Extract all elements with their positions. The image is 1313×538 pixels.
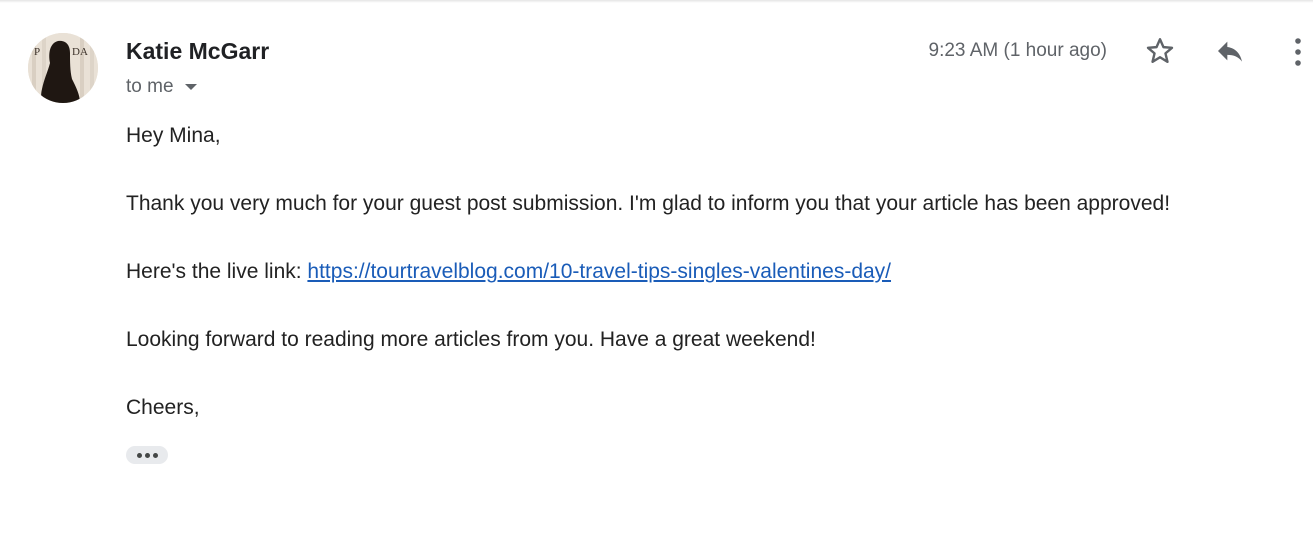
avatar-photo: P DA bbox=[28, 33, 98, 103]
ellipsis-dot bbox=[152, 452, 158, 458]
message-timestamp: 9:23 AM (1 hour ago) bbox=[928, 40, 1108, 61]
reply-icon bbox=[1218, 41, 1242, 62]
chevron-down-icon bbox=[184, 84, 197, 90]
star-outline-icon bbox=[1146, 38, 1174, 63]
star-button[interactable] bbox=[1140, 33, 1180, 69]
svg-text:DA: DA bbox=[72, 46, 88, 58]
more-options-button[interactable] bbox=[1286, 33, 1313, 71]
live-article-link[interactable]: https://tourtravelblog.com/10-travel-tip… bbox=[307, 260, 891, 283]
ellipsis-dot bbox=[144, 452, 150, 458]
header-divider bbox=[0, 0, 1313, 3]
sender-name[interactable]: Katie McGarr bbox=[126, 38, 269, 65]
live-link-line: Here's the live link: https://tourtravel… bbox=[126, 260, 891, 284]
email-paragraph: Looking forward to reading more articles… bbox=[126, 328, 816, 351]
more-vert-icon bbox=[1295, 38, 1301, 66]
recipient-label: to me bbox=[126, 76, 174, 97]
email-greeting: Hey Mina, bbox=[126, 124, 221, 147]
ellipsis-dot bbox=[136, 452, 142, 458]
show-trimmed-content-button[interactable] bbox=[126, 446, 168, 464]
reply-button[interactable] bbox=[1210, 33, 1250, 69]
recipient-details-toggle[interactable]: to me bbox=[126, 76, 197, 98]
svg-text:P: P bbox=[34, 46, 40, 58]
sender-avatar[interactable]: P DA bbox=[28, 33, 98, 103]
live-link-prefix: Here's the live link: bbox=[126, 260, 308, 283]
email-sign-off: Cheers, bbox=[126, 396, 200, 419]
email-paragraph: Thank you very much for your guest post … bbox=[126, 192, 1171, 215]
